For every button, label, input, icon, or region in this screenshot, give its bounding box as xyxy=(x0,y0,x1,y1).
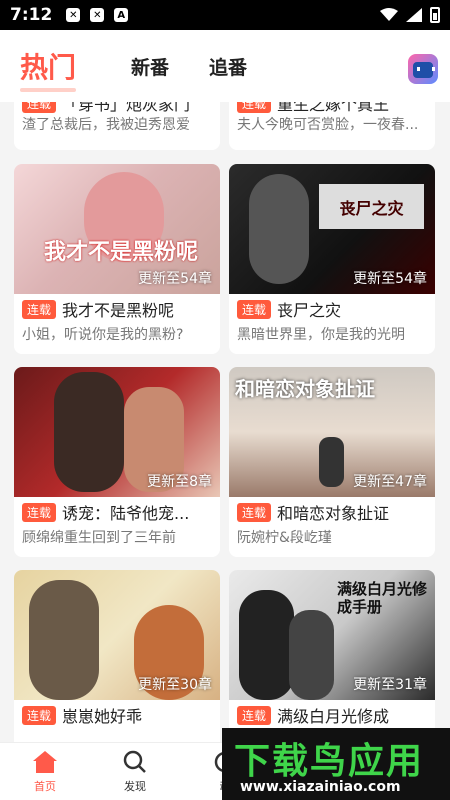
status-time: 7:12 xyxy=(10,5,53,25)
nav-discover[interactable]: 发现 xyxy=(90,743,180,800)
comic-title: 崽崽她好乖 xyxy=(62,707,143,726)
tab-hot[interactable]: 热门 xyxy=(20,46,77,92)
status-badge: 连载 xyxy=(237,299,272,319)
comic-card[interactable]: 满级白月光修成手册 更新至31章 连载 满级白月光修成 xyxy=(229,570,435,742)
comic-desc: 小姐，听说你是我的黑粉? xyxy=(22,327,184,343)
cover-title: 我才不是黑粉呢 xyxy=(44,240,199,265)
nav-label: 发现 xyxy=(124,779,146,793)
status-badge: 连载 xyxy=(22,299,57,319)
comic-card[interactable]: 更新至8章 连载 诱宠：陆爷他宠... 顾绵绵重生回到了三年前 xyxy=(14,367,220,557)
comic-grid: 连载 「穿书」炮灰家门 渣了总裁后，我被迫秀恩爱 连载 重生之嫁个真王 夫人今晚可否… xyxy=(0,102,450,742)
status-badge: 连载 xyxy=(22,102,57,113)
update-label: 更新至54章 xyxy=(138,271,212,287)
app-icon[interactable] xyxy=(408,54,438,84)
status-badge: 连载 xyxy=(237,502,272,522)
comic-title: 满级白月光修成 xyxy=(277,707,390,726)
status-badge: 连载 xyxy=(22,705,57,725)
comic-desc: 夫人今晚可否赏脸，一夜春... xyxy=(237,117,419,133)
comic-desc: 顾绵绵重生回到了三年前 xyxy=(22,530,176,546)
nav-label: 首页 xyxy=(34,779,56,793)
a-square-icon: A xyxy=(114,8,129,22)
comic-cover: 更新至30章 xyxy=(14,570,220,700)
comic-card[interactable]: 和暗恋对象扯证 更新至47章 连载 和暗恋对象扯证 阮婉柠&段屹瑾 xyxy=(229,367,435,557)
comic-cover: 丧尸之灾 更新至54章 xyxy=(229,164,435,294)
status-badge: 连载 xyxy=(237,102,272,113)
comic-desc xyxy=(14,730,220,742)
comic-desc: 渣了总裁后，我被迫秀恩爱 xyxy=(22,117,190,133)
comic-title: 丧尸之灾 xyxy=(277,301,342,320)
update-label: 更新至30章 xyxy=(138,677,212,693)
update-label: 更新至47章 xyxy=(353,474,427,490)
home-icon xyxy=(33,750,57,773)
comic-desc: 黑暗世界里，你是我的光明 xyxy=(237,327,405,343)
watermark: 下载鸟应用 www.xiazainiao.com xyxy=(222,728,450,800)
comic-cover: 和暗恋对象扯证 更新至47章 xyxy=(229,367,435,497)
comic-card[interactable]: 连载 重生之嫁个真王 夫人今晚可否赏脸，一夜春... xyxy=(229,102,435,150)
status-badge: 连载 xyxy=(22,502,57,522)
comic-card[interactable]: 我才不是黑粉呢 更新至54章 连载 我才不是黑粉呢 小姐，听说你是我的黑粉? xyxy=(14,164,220,354)
cover-title: 满级白月光修成手册 xyxy=(337,580,428,616)
x-square-icon: ✕ xyxy=(66,8,81,22)
comic-card[interactable]: 连载 「穿书」炮灰家门 渣了总裁后，我被迫秀恩爱 xyxy=(14,102,220,150)
battery-icon xyxy=(430,7,440,23)
comic-card[interactable]: 丧尸之灾 更新至54章 连载 丧尸之灾 黑暗世界里，你是我的光明 xyxy=(229,164,435,354)
status-bar: 7:12 ✕ ✕ A xyxy=(0,0,450,30)
update-label: 更新至8章 xyxy=(147,474,212,490)
comic-title: 我才不是黑粉呢 xyxy=(62,301,175,320)
signal-icon xyxy=(406,8,422,22)
comic-title: 和暗恋对象扯证 xyxy=(277,504,390,523)
x-square-icon: ✕ xyxy=(90,8,105,22)
cover-title: 和暗恋对象扯证 xyxy=(235,377,375,401)
tab-new[interactable]: 新番 xyxy=(131,53,169,80)
comic-cover: 更新至8章 xyxy=(14,367,220,497)
watermark-text: 下载鸟应用 xyxy=(234,741,425,782)
search-icon xyxy=(123,750,146,773)
comic-cover: 满级白月光修成手册 更新至31章 xyxy=(229,570,435,700)
tab-following[interactable]: 追番 xyxy=(209,53,247,80)
status-badge: 连载 xyxy=(237,705,272,725)
comic-title: 诱宠：陆爷他宠... xyxy=(62,504,190,523)
comic-cover: 我才不是黑粉呢 更新至54章 xyxy=(14,164,220,294)
wifi-icon xyxy=(380,8,398,21)
update-label: 更新至54章 xyxy=(353,271,427,287)
top-nav: 热门 新番 追番 xyxy=(0,30,450,102)
comic-desc: 阮婉柠&段屹瑾 xyxy=(237,530,332,546)
watermark-url: www.xiazainiao.com xyxy=(240,779,401,795)
comic-card[interactable]: 更新至30章 连载 崽崽她好乖 xyxy=(14,570,220,742)
update-label: 更新至31章 xyxy=(353,677,427,693)
cover-title: 丧尸之灾 xyxy=(319,184,424,229)
nav-home[interactable]: 首页 xyxy=(0,743,90,800)
